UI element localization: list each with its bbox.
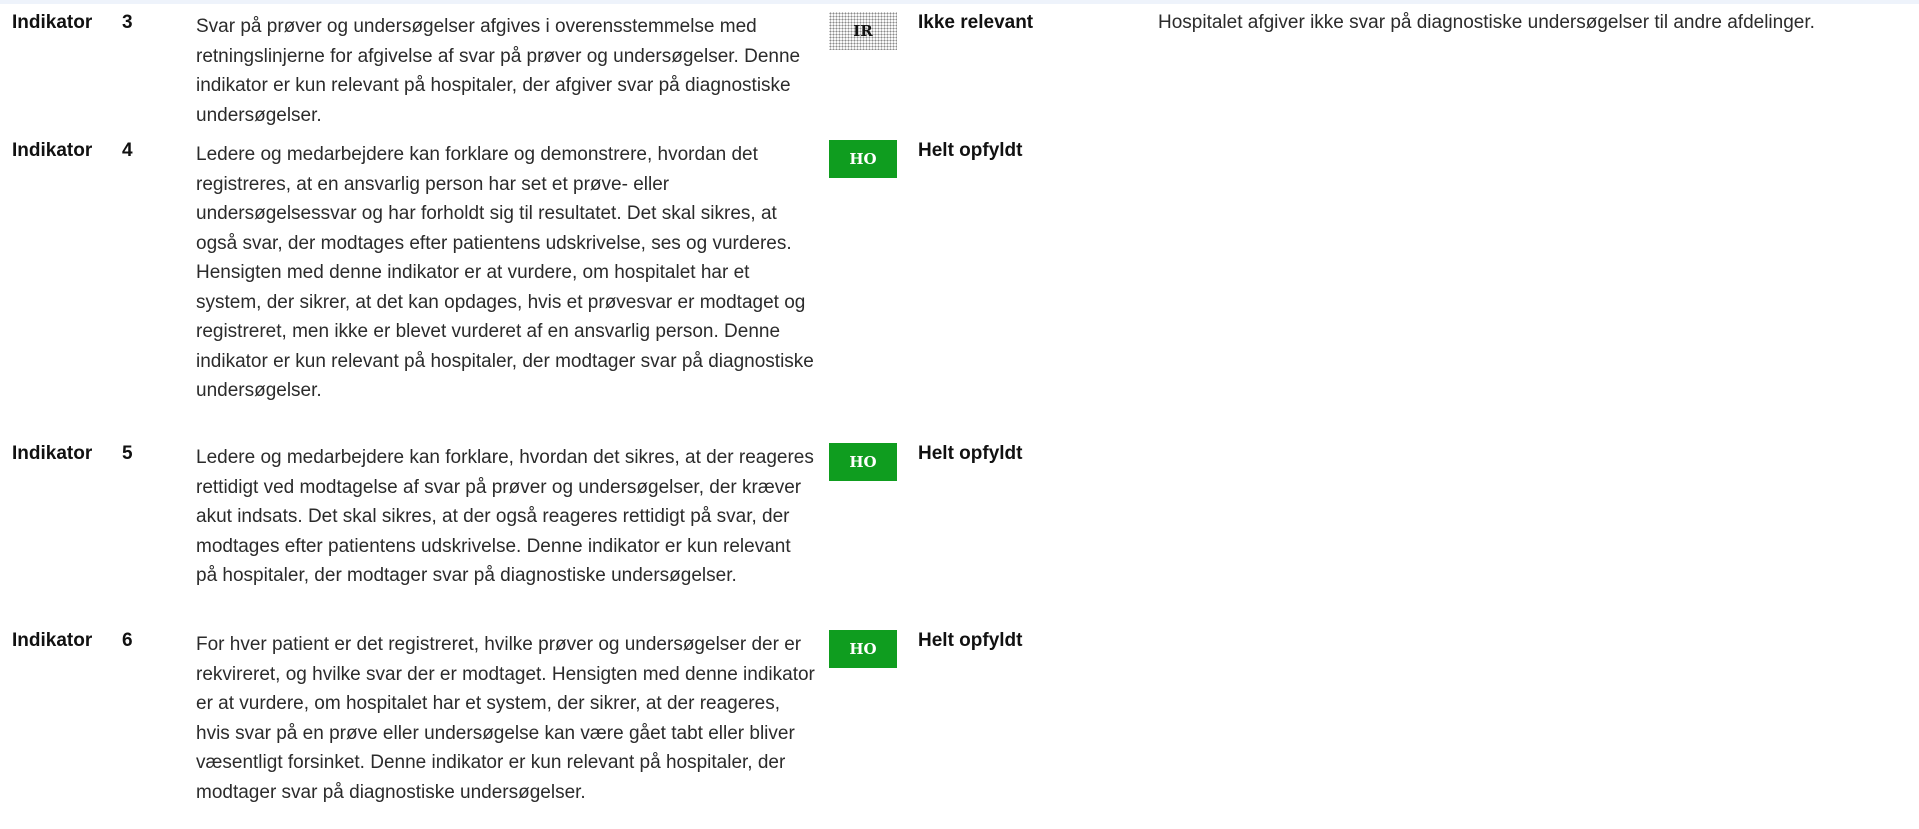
ho-badge-icon: HO [829, 140, 897, 178]
top-border [0, 0, 1919, 4]
ho-badge-icon: HO [829, 630, 897, 668]
indicator-description: Svar på prøver og undersøgelser afgives … [196, 16, 801, 126]
indicator-label: Indikator [12, 630, 93, 651]
indicator-description: Ledere og medarbejdere kan forklare og d… [196, 144, 814, 401]
indicator-description: Ledere og medarbejdere kan forklare, hvo… [196, 447, 814, 586]
status-text: Ikke relevant [918, 12, 1034, 33]
indicator-number: 3 [122, 12, 133, 33]
indicator-description: For hver patient er det registreret, hvi… [196, 634, 815, 803]
indicator-label: Indikator [12, 443, 93, 464]
indicator-number: 4 [122, 140, 133, 161]
indicator-number: 6 [122, 630, 133, 651]
status-text: Helt opfyldt [918, 630, 1023, 651]
status-text: Helt opfyldt [918, 140, 1023, 161]
ir-badge-icon: IR [829, 12, 897, 50]
status-text: Helt opfyldt [918, 443, 1023, 464]
comment-text: Hospitalet afgiver ikke svar på diagnost… [1158, 12, 1815, 33]
indicator-label: Indikator [12, 140, 93, 161]
ho-badge-icon: HO [829, 443, 897, 481]
indicator-number: 5 [122, 443, 133, 464]
indicator-label: Indikator [12, 12, 93, 33]
